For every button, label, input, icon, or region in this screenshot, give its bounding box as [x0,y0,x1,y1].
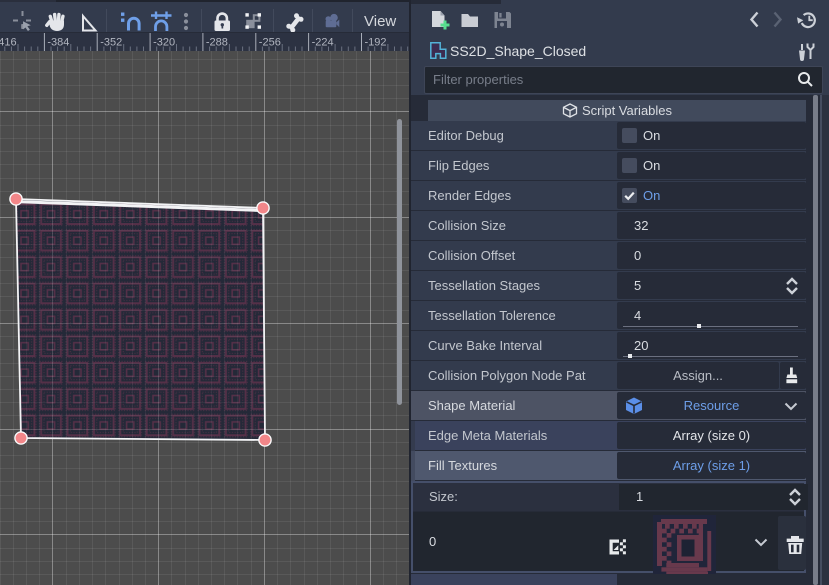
svg-text:SS2D_Shape_Closed: SS2D_Shape_Closed [450,43,586,59]
svg-text:-416: -416 [0,37,17,49]
svg-text:View: View [364,13,396,30]
